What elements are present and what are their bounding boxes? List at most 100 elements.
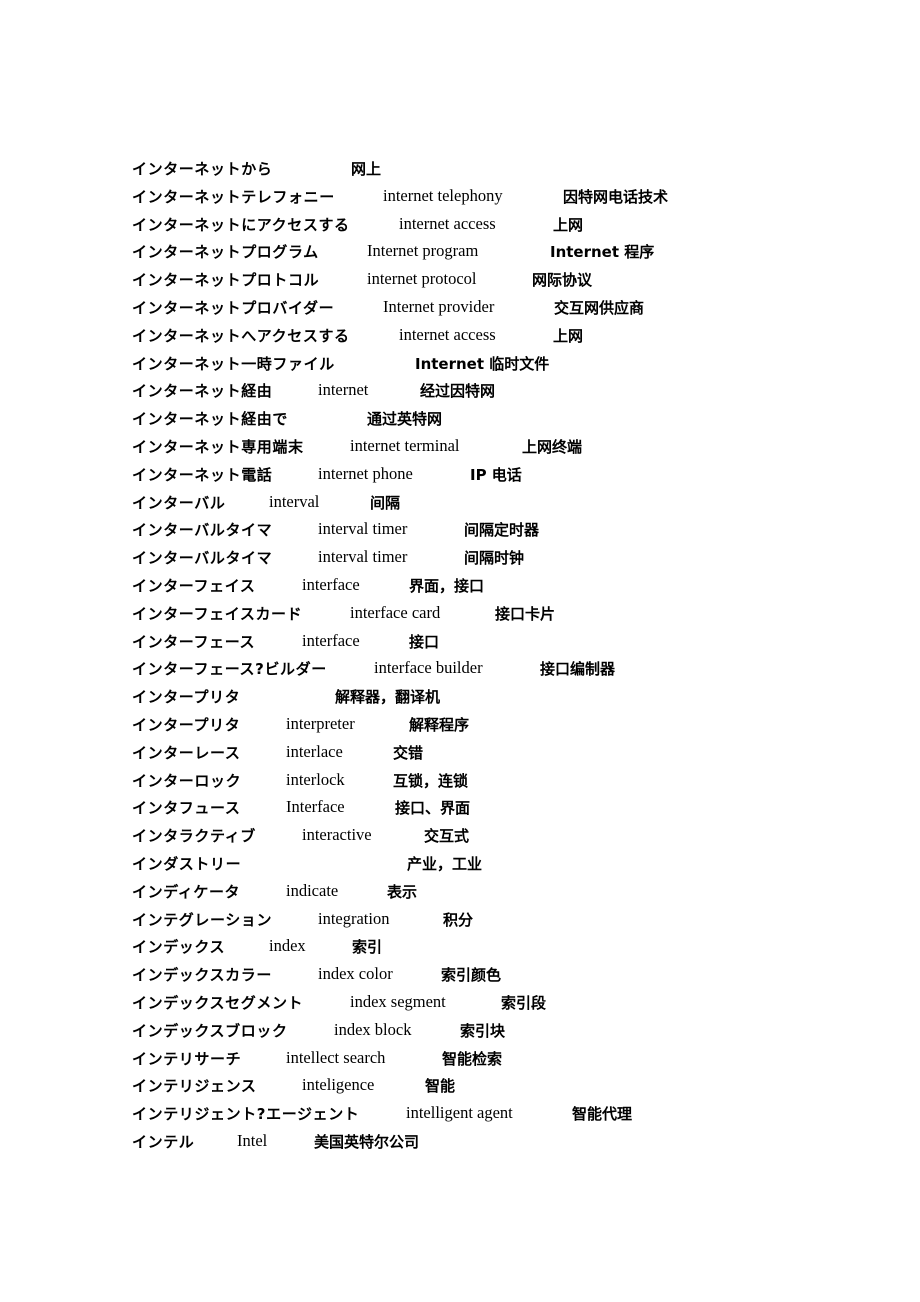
english-term: internet protocol: [367, 269, 477, 289]
glossary-entry: インターネットプログラム Internet program Internet 程序: [0, 241, 920, 265]
japanese-term: インターフェース: [132, 632, 256, 651]
glossary-entry: インデックスカラー index color 索引颜色: [0, 964, 920, 988]
chinese-term: 智能检索: [442, 1049, 503, 1068]
japanese-term: インターネットテレフォニー: [132, 187, 335, 206]
chinese-term: 交互网供应商: [554, 299, 645, 317]
english-term: internet: [318, 380, 369, 400]
japanese-term: インターネットプロバイダー: [132, 299, 335, 317]
chinese-term: 上网: [553, 215, 584, 234]
chinese-term: 间隔时钟: [464, 549, 525, 568]
english-term: interface builder: [374, 658, 483, 678]
chinese-term: 索引: [352, 938, 383, 957]
japanese-term: インターネットへアクセスする: [132, 326, 350, 345]
japanese-term: インターレース: [132, 743, 241, 762]
japanese-term: インダストリー: [132, 855, 242, 873]
english-term: Intel: [237, 1131, 268, 1150]
japanese-term: インデックス: [132, 938, 226, 957]
english-term: interlock: [286, 769, 345, 789]
japanese-term: インデックスブロック: [132, 1021, 288, 1040]
english-term: intelligent agent: [406, 1103, 513, 1123]
japanese-term: インターロック: [132, 771, 242, 790]
glossary-entry: インターネット一時ファイル Internet 临时文件: [0, 353, 920, 377]
glossary-entry: インターネットから 网上: [0, 158, 920, 182]
english-term: interlace: [286, 741, 343, 761]
japanese-term: インテル: [132, 1133, 195, 1151]
english-term: index block: [334, 1019, 412, 1039]
glossary-entry: インタープリタ 解释器，翻译机: [0, 686, 920, 710]
chinese-term: 通过英特网: [367, 410, 443, 429]
english-term: Internet program: [367, 241, 479, 261]
chinese-term: 产业，工业: [407, 855, 483, 873]
japanese-term: インテリジェント?エージェント: [132, 1105, 360, 1124]
japanese-term: インターネット経由で: [132, 410, 289, 429]
glossary-entry: インターレース interlace 交错: [0, 742, 920, 766]
japanese-term: インターネットから: [132, 160, 273, 178]
chinese-term: 接口: [409, 632, 440, 651]
chinese-term: Internet 程序: [550, 243, 655, 262]
glossary-entry: インターフェース interface 接口: [0, 631, 920, 655]
glossary-entry: インターバル interval 间隔: [0, 492, 920, 516]
chinese-term: 间隔定时器: [464, 521, 540, 540]
japanese-term: インテリサーチ: [132, 1049, 242, 1068]
glossary-entry: インターネットへアクセスする internet access 上网: [0, 325, 920, 349]
japanese-term: インターフェイスカード: [132, 604, 303, 623]
chinese-term: 索引块: [460, 1021, 506, 1040]
glossary-entry: インタフュース Interface 接口、界面: [0, 797, 920, 821]
glossary-entry: インターネットプロバイダー Internet provider 交互网供应商: [0, 297, 920, 321]
chinese-term: 智能: [425, 1077, 456, 1096]
glossary-entry: インデックス index 索引: [0, 936, 920, 960]
japanese-term: インターネットプログラム: [132, 243, 319, 262]
glossary-entry: インテリジェント?エージェント intelligent agent 智能代理: [0, 1103, 920, 1127]
english-term: interpreter: [286, 714, 355, 733]
glossary-entry: インターロック interlock 互锁，连锁: [0, 770, 920, 794]
chinese-term: 上网: [553, 326, 584, 345]
chinese-term: Internet 临时文件: [415, 354, 550, 373]
glossary-entry: インターネット専用端末 internet terminal 上网终端: [0, 436, 920, 460]
english-term: interval timer: [318, 547, 408, 567]
chinese-term: 接口编制器: [540, 660, 616, 679]
glossary-entry: インテリジェンス inteligence 智能: [0, 1075, 920, 1099]
chinese-term: 索引段: [501, 994, 547, 1012]
chinese-term: 界面，接口: [409, 577, 485, 595]
english-term: inteligence: [302, 1075, 375, 1095]
chinese-term: IP 电话: [470, 465, 522, 484]
chinese-term: 上网终端: [522, 438, 583, 456]
english-term: internet terminal: [350, 436, 460, 455]
japanese-term: インタープリタ: [132, 688, 241, 707]
glossary-entry: インターバルタイマ interval timer 间隔定时器: [0, 519, 920, 543]
chinese-term: 美国英特尔公司: [314, 1133, 420, 1151]
chinese-term: 解释器，翻译机: [335, 688, 441, 707]
english-term: interface card: [350, 602, 441, 622]
japanese-term: インタープリタ: [132, 716, 241, 734]
japanese-term: インターネット経由: [132, 382, 273, 401]
glossary-entry: インターネット経由 internet 经过因特网: [0, 380, 920, 404]
japanese-term: インターネットにアクセスする: [132, 215, 350, 234]
glossary-entry: インターネットにアクセスする internet access 上网: [0, 214, 920, 238]
english-term: intellect search: [286, 1047, 386, 1067]
document-page: インターネットから 网上 インターネットテレフォニー internet telepho…: [0, 0, 920, 1302]
japanese-term: インデックスセグメント: [132, 994, 304, 1012]
glossary-entry: インデックスブロック index block 索引块: [0, 1020, 920, 1044]
english-term: Internet provider: [383, 297, 495, 316]
glossary-entry: インテグレーション integration 积分: [0, 909, 920, 933]
japanese-term: インテグレーション: [132, 910, 273, 929]
chinese-term: 交错: [393, 743, 424, 762]
english-term: interface: [302, 630, 360, 650]
english-term: interactive: [302, 825, 372, 845]
english-term: Interface: [286, 797, 345, 817]
glossary-entry: インターフェイスカード interface card 接口卡片: [0, 603, 920, 627]
japanese-term: インディケータ: [132, 882, 241, 901]
japanese-term: インタフュース: [132, 799, 241, 818]
glossary-entry: インデックスセグメント index segment 索引段: [0, 992, 920, 1016]
english-term: integration: [318, 908, 390, 928]
glossary-entry: インターバルタイマ interval timer 间隔时钟: [0, 547, 920, 571]
glossary-entry: インターフェイス interface 界面，接口: [0, 575, 920, 599]
chinese-term: 经过因特网: [420, 382, 496, 401]
chinese-term: 因特网电话技术: [563, 187, 669, 206]
japanese-term: インターフェイス: [132, 577, 256, 595]
glossary-entry: インテリサーチ intellect search 智能检索: [0, 1048, 920, 1072]
glossary-entry: インタープリタ interpreter 解释程序: [0, 714, 920, 738]
chinese-term: 解释程序: [409, 716, 470, 734]
glossary-entry: インタラクティブ interactive 交互式: [0, 825, 920, 849]
chinese-term: 智能代理: [572, 1105, 633, 1124]
